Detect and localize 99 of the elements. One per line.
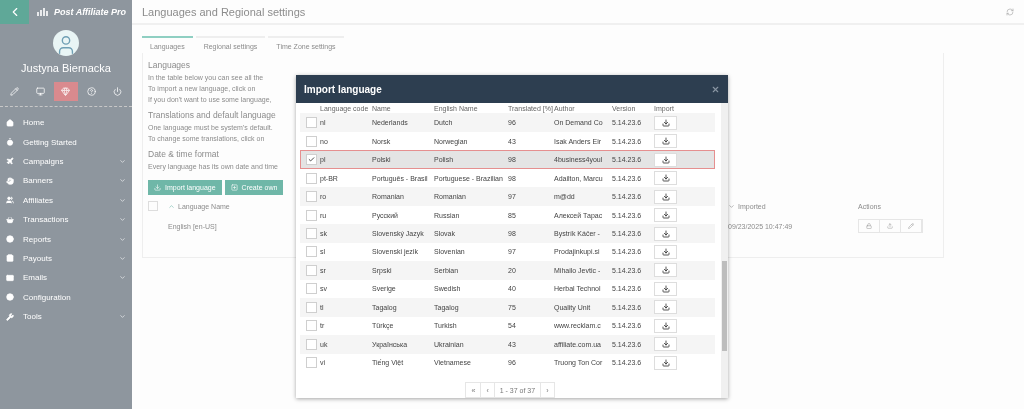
menu-item[interactable]: Emails bbox=[0, 268, 132, 288]
download-icon bbox=[661, 174, 670, 183]
checkbox[interactable] bbox=[306, 172, 317, 184]
import-button[interactable] bbox=[654, 281, 677, 296]
checkbox[interactable] bbox=[306, 135, 317, 147]
page-title: Languages and Regional settings bbox=[142, 5, 306, 18]
import-button[interactable] bbox=[654, 171, 677, 186]
download-icon bbox=[661, 118, 670, 127]
import-button[interactable] bbox=[654, 355, 677, 370]
circle-icon bbox=[6, 235, 14, 244]
menu-item[interactable]: Configuration bbox=[0, 287, 132, 307]
chevron-icon bbox=[119, 177, 126, 185]
section-heading: Translations and default language bbox=[148, 110, 276, 120]
checkbox[interactable] bbox=[306, 338, 317, 350]
back-button[interactable] bbox=[0, 0, 29, 24]
chevron-icon bbox=[119, 216, 126, 224]
sort-icon bbox=[168, 202, 175, 210]
hand-icon bbox=[6, 176, 14, 185]
import-button[interactable] bbox=[654, 245, 677, 259]
help-icon bbox=[87, 87, 97, 96]
download-icon bbox=[661, 211, 670, 220]
download-icon bbox=[661, 192, 670, 201]
gem-button[interactable] bbox=[54, 82, 78, 101]
power-icon bbox=[112, 87, 122, 96]
pencil-icon bbox=[908, 223, 914, 229]
import-button[interactable] bbox=[654, 337, 677, 352]
plus-icon bbox=[230, 184, 238, 191]
import-button[interactable] bbox=[654, 115, 677, 130]
chevron-icon bbox=[119, 196, 126, 204]
checkbox[interactable] bbox=[306, 117, 317, 129]
user-avatar bbox=[53, 30, 79, 56]
menu-item[interactable]: Getting Started bbox=[0, 132, 132, 152]
user-name: Justyna Biernacka bbox=[20, 62, 112, 74]
bag-icon bbox=[6, 254, 14, 263]
chevron-icon bbox=[119, 274, 126, 282]
checkbox[interactable] bbox=[306, 191, 317, 203]
section-heading: Date & time format bbox=[148, 149, 219, 159]
mail-icon bbox=[6, 273, 14, 282]
import-button[interactable] bbox=[654, 300, 677, 315]
checkbox[interactable] bbox=[306, 320, 317, 332]
checkbox[interactable] bbox=[306, 357, 317, 369]
home-icon bbox=[6, 118, 14, 127]
chevron-icon bbox=[119, 157, 126, 165]
checkbox[interactable] bbox=[306, 154, 317, 166]
download-icon bbox=[661, 229, 670, 238]
download-icon bbox=[154, 184, 161, 191]
import-button[interactable] bbox=[654, 208, 677, 223]
import-button[interactable] bbox=[654, 263, 677, 278]
scrollbar[interactable] bbox=[721, 103, 728, 398]
dialog-title: Import language bbox=[304, 83, 382, 95]
download-icon bbox=[661, 284, 670, 293]
menu-item[interactable]: Payouts bbox=[0, 248, 132, 269]
download-icon bbox=[661, 303, 670, 312]
sort-icon bbox=[728, 202, 735, 210]
download-icon bbox=[661, 358, 670, 367]
menu-item[interactable]: Campaigns bbox=[0, 151, 132, 172]
stopwatch-icon bbox=[6, 138, 14, 147]
checkbox[interactable] bbox=[306, 246, 317, 258]
import-button[interactable] bbox=[654, 152, 677, 167]
download-icon bbox=[661, 155, 670, 164]
menu-item[interactable]: Affiliates bbox=[0, 190, 132, 210]
chevron-icon bbox=[119, 235, 126, 243]
pencil-icon bbox=[10, 87, 20, 96]
import-button[interactable] bbox=[654, 318, 677, 333]
lock-icon bbox=[866, 223, 872, 229]
wrench-icon bbox=[6, 312, 14, 321]
users-icon bbox=[6, 196, 14, 205]
checkbox[interactable] bbox=[148, 201, 158, 211]
section-heading: Languages bbox=[148, 60, 191, 70]
checkbox[interactable] bbox=[306, 228, 317, 239]
chevron-icon bbox=[119, 313, 126, 321]
circle-icon bbox=[6, 293, 14, 302]
refresh-icon[interactable] bbox=[1006, 7, 1014, 16]
import-button[interactable] bbox=[654, 226, 677, 241]
monitor-icon bbox=[35, 87, 45, 96]
plane-icon bbox=[6, 157, 14, 166]
download-icon bbox=[661, 266, 670, 275]
close-icon[interactable] bbox=[711, 84, 720, 94]
checkbox[interactable] bbox=[306, 301, 317, 313]
logo-text: Post Affiliate Pro bbox=[54, 7, 126, 17]
checkbox[interactable] bbox=[306, 209, 317, 221]
import-button[interactable] bbox=[654, 189, 677, 204]
gem-icon bbox=[61, 87, 71, 96]
menu-item[interactable]: Reports bbox=[0, 229, 132, 249]
menu-item[interactable]: Banners bbox=[0, 171, 132, 191]
checkbox[interactable] bbox=[306, 264, 317, 276]
menu-item[interactable]: Tools bbox=[0, 306, 132, 327]
chevron-icon bbox=[119, 254, 126, 262]
menu-item[interactable]: Home bbox=[0, 113, 132, 133]
basket-icon bbox=[6, 215, 14, 224]
checkbox[interactable] bbox=[306, 283, 317, 295]
import-button[interactable] bbox=[654, 134, 677, 149]
menu-item[interactable]: Transactions bbox=[0, 209, 132, 230]
download-icon bbox=[661, 248, 670, 256]
download-icon bbox=[661, 137, 670, 146]
logo-icon bbox=[37, 7, 49, 17]
download-icon bbox=[661, 340, 670, 349]
upload-icon bbox=[887, 223, 893, 229]
download-icon bbox=[661, 321, 670, 330]
